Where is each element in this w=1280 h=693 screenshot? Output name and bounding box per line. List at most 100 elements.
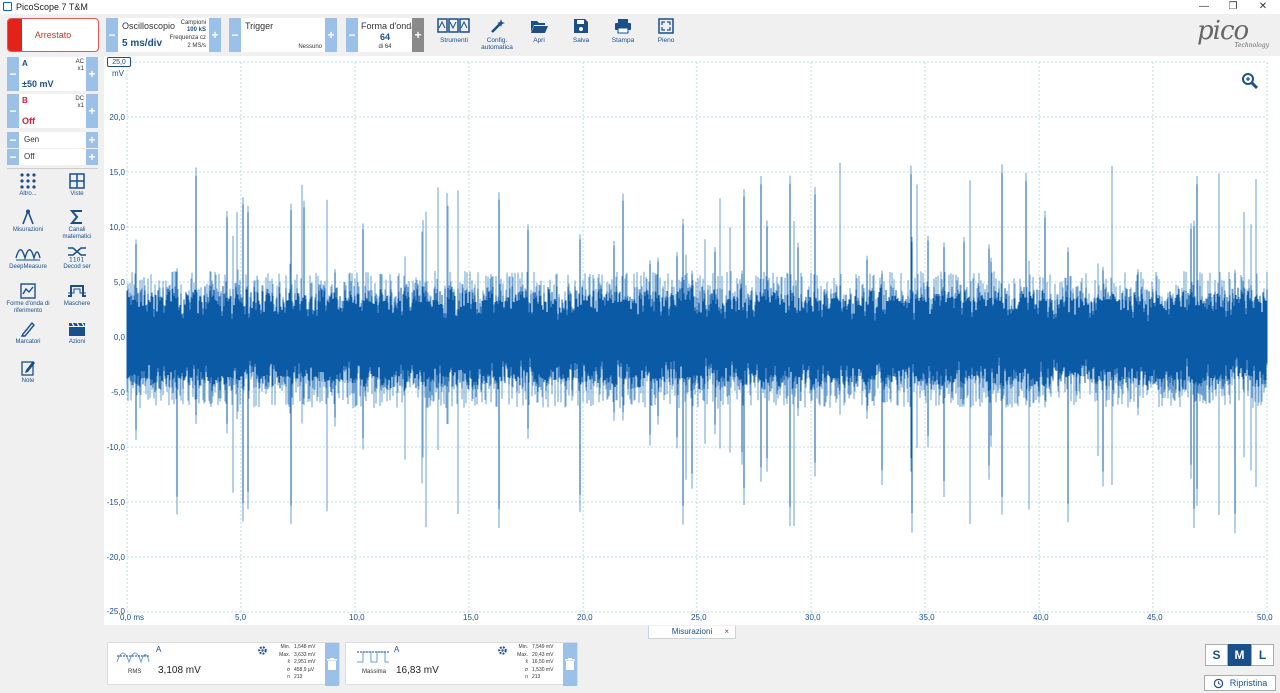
sidebar-item-masks[interactable]: Maschere [55,283,99,308]
measurement-channel: A [156,645,162,654]
sidebar-measurements-label: Misurazioni [12,227,44,233]
channel-b-panel[interactable]: B DC x1 Off [19,94,86,128]
trigger-panel[interactable]: Trigger Nessuno [241,18,325,52]
waveform-prev-button[interactable]: − [346,18,358,52]
gear-icon[interactable] [257,645,268,656]
open-label: Apri [533,37,545,44]
sidebar-masks-label: Maschere [63,301,91,307]
waveform-count: 64 [379,32,390,42]
fullscreen-button[interactable]: Pieno [646,18,686,44]
samples-value: 100 kS [186,27,206,33]
x-tick-label: 0,0 ms [120,613,144,622]
save-icon [574,19,588,33]
channel-a-decrease-button[interactable]: − [7,57,19,91]
close-icon[interactable]: ✕ [1248,0,1278,14]
gen-decrease-button[interactable]: − [7,132,19,148]
sidebar-item-reference[interactable]: Forme d'onda di riferimento [1,283,55,315]
run-stop-button[interactable]: Arrestato [7,18,99,52]
gear-icon[interactable] [497,645,508,656]
timebase-panel[interactable]: Oscilloscopio 5 ms/div Campioni 100 kS F… [118,18,209,52]
measurement-value: 16,83 mV [396,665,439,676]
mask-icon [68,285,86,297]
channel-a-panel[interactable]: A AC x1 ±50 mV [19,57,86,91]
trash-icon [327,658,337,670]
history-icon [1213,678,1223,688]
channel-b-increase-button[interactable]: + [86,94,98,128]
x-tick-label: 5,0 [235,613,247,622]
channel-a-increase-button[interactable]: + [86,57,98,91]
trigger-increase-button[interactable]: + [325,18,337,52]
sidebar-actions-label: Azioni [68,339,86,345]
gen-name: Gen [24,135,40,144]
svg-text:1101: 1101 [69,257,84,263]
reset-button[interactable]: Ripristina [1204,675,1276,691]
waveform-panel[interactable]: Forma d'onda 64 di 64 [358,18,416,52]
timebase-increase-button[interactable]: + [209,18,221,52]
gen-state-increase-button[interactable]: + [86,149,98,165]
x-tick-label: 35,0 [919,613,935,622]
timebase-decrease-button[interactable]: − [106,18,118,52]
size-medium-button[interactable]: M [1228,644,1251,666]
trigger-decrease-button[interactable]: − [229,18,241,52]
sidebar-item-measurements[interactable]: Misurazioni [6,209,50,234]
tools-icon [437,18,470,33]
max-measure-icon [357,651,389,663]
scope-view[interactable]: 20,0 15,0 10,0 5,0 0,0 -5,0 -10,0 -15,0 -20,0 -25… [104,56,1280,625]
window-title: PicoScope 7 T&M [16,2,88,12]
channel-a-coupling: AC [75,59,84,65]
sidebar-item-views[interactable]: Viste [55,173,99,198]
measurements-tab[interactable]: Misurazioni × [648,626,736,639]
y-tick-label: 5,0 [114,278,126,287]
delete-measurement-button[interactable] [563,643,577,686]
autosetup-label: Config. automatica [481,37,513,51]
title-bar: PicoScope 7 T&M — ❐ ✕ [0,0,1280,14]
minimize-icon[interactable]: — [1189,0,1219,14]
samples-label: Campioni [180,20,206,26]
reset-label: Ripristina [1229,678,1268,688]
print-button[interactable]: Stampa [603,18,643,44]
sidebar-item-math[interactable]: Canali matematici [55,209,99,241]
trash-icon [565,658,575,670]
sidebar-item-notes[interactable]: Note [6,360,50,385]
measurement-type: Massima [362,669,387,675]
waveform-title: Forma d'onda [361,21,417,31]
size-large-button[interactable]: L [1251,644,1274,666]
y-axis-top-label[interactable]: 25,0 [107,57,131,67]
gen-state-panel[interactable]: Off [19,149,86,165]
size-small-button[interactable]: S [1205,644,1228,666]
gen-state-decrease-button[interactable]: − [7,149,19,165]
close-measurements-icon[interactable]: × [724,626,729,638]
save-label: Salva [572,37,590,44]
x-tick-label: 45,0 [1147,613,1163,622]
channel-b-decrease-button[interactable]: − [7,94,19,128]
timebase-value: 5 ms/div [122,38,163,49]
delete-measurement-button[interactable] [325,643,339,686]
sidebar-item-more[interactable]: Altro... [6,173,50,198]
measurement-card-rms[interactable]: A RMS 3,108 mV Min. 1,548 mV Max. 3,633 mV… [107,642,340,686]
scope-chart[interactable]: 20,015,010,05,00,0-5,0-10,0-15,0-20,0-25… [104,56,1280,625]
clapperboard-icon [69,322,85,336]
zoom-icon[interactable] [1241,72,1259,90]
gen-increase-button[interactable]: + [86,132,98,148]
sidebar-item-markers[interactable]: Marcatori [6,321,50,346]
fullscreen-label: Pieno [657,37,675,44]
channel-a-range: ±50 mV [22,79,54,89]
wand-icon [491,19,505,33]
measurement-card-max[interactable]: A Massima 16,83 mV Min. 7,549 mV Max. 20,4… [345,642,578,686]
pico-logo: pico Technology [1197,16,1269,49]
folder-open-icon [531,21,548,33]
sidebar-item-decode[interactable]: 1101 Decod ser [55,246,99,271]
open-button[interactable]: Apri [519,18,559,44]
sidebar-item-deepmeasure[interactable]: DeepMeasure [1,246,55,271]
sidebar-item-actions[interactable]: Azioni [55,321,99,346]
x-tick-label: 10,0 [349,613,365,622]
waveform-next-button[interactable]: + [412,18,424,52]
y-tick-label: -20,0 [107,553,126,562]
gen-state: Off [24,152,35,161]
autosetup-button[interactable]: Config. automatica [476,18,518,51]
save-button[interactable]: Salva [561,18,601,44]
gen-panel[interactable]: Gen [19,132,86,148]
restore-icon[interactable]: ❐ [1218,0,1248,14]
tools-button[interactable]: Strumenti [434,18,474,44]
toolbar: Arrestato − Oscilloscopio 5 ms/div Campi… [0,14,1280,56]
